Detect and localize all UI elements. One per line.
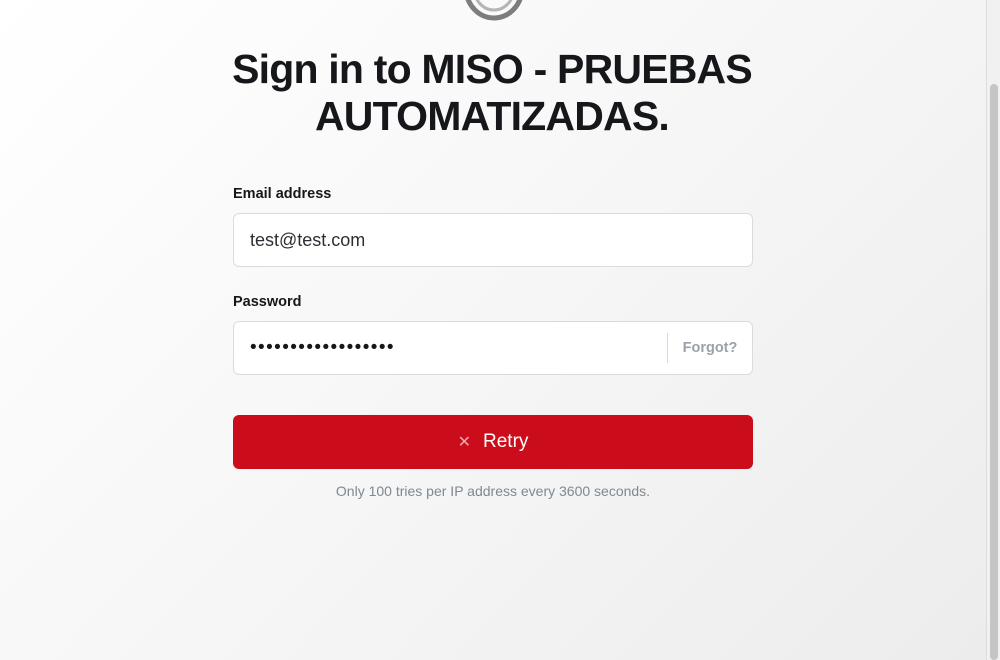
sign-in-form: Email address test@test.com Password •••… xyxy=(233,185,753,499)
rate-limit-note: Only 100 tries per IP address every 3600… xyxy=(335,483,651,499)
email-field[interactable]: test@test.com xyxy=(233,213,753,267)
scrollbar-thumb[interactable] xyxy=(990,84,998,660)
scrollbar[interactable] xyxy=(986,0,1000,660)
email-label: Email address xyxy=(233,186,332,202)
logo-icon xyxy=(465,0,523,21)
forgot-password-link[interactable]: Forgot? xyxy=(668,340,752,356)
email-value: test@test.com xyxy=(250,229,366,250)
close-icon: ✕ xyxy=(457,434,471,451)
password-label: Password xyxy=(233,294,302,310)
retry-label: Retry xyxy=(483,431,529,452)
page-title: Sign in to MISO - PRUEBAS AUTOMATIZADAS. xyxy=(232,46,753,139)
password-value: •••••••••••••••••• xyxy=(250,337,395,358)
retry-button[interactable]: ✕ Retry xyxy=(233,415,753,469)
password-field[interactable]: •••••••••••••••••• Forgot? xyxy=(233,321,753,375)
